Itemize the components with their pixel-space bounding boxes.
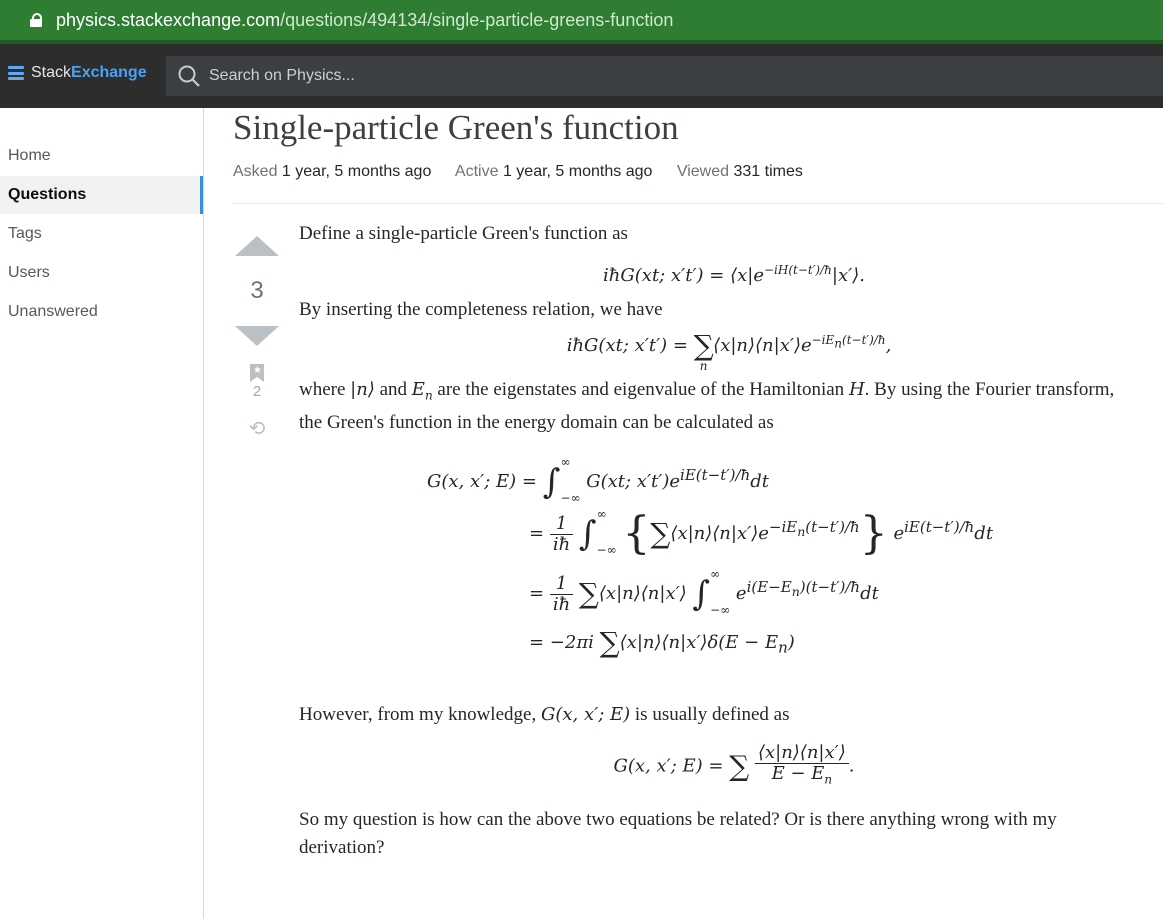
asked-value: 1 year, 5 months ago <box>281 163 432 180</box>
downvote-arrow-icon[interactable] <box>235 326 279 346</box>
stack-icon <box>8 66 24 80</box>
equation-2: iħG(xt; x′t′) = ∑n ⟨x|n⟩⟨n|x′⟩e−iEn(t−t′… <box>566 329 892 373</box>
header-divider <box>233 203 1163 204</box>
question-body: Define a single-particle Green's functio… <box>299 220 1129 862</box>
equation-3-line-3: = 1 iħ ∑⟨x|n⟩⟨n|x′⟩ ∫∞−∞ ei(E−En)(t−t′)/ħ… <box>529 567 879 617</box>
nav-questions[interactable]: Questions <box>0 176 203 214</box>
nav-home[interactable]: Home <box>0 137 203 175</box>
url-text[interactable]: physics.stackexchange.com/questions/4941… <box>56 10 673 31</box>
bookmark-count: 2 <box>252 383 262 400</box>
search-icon <box>178 65 200 87</box>
left-sidebar: Home Questions Tags Users Unanswered <box>0 108 204 919</box>
nav-unanswered-label: Unanswered <box>8 303 98 320</box>
nav-home-label: Home <box>8 147 51 164</box>
stackexchange-logo[interactable]: Stack Exchange <box>8 64 147 82</box>
nav-unanswered[interactable]: Unanswered <box>0 293 203 331</box>
paragraph-2: By inserting the completeness relation, … <box>299 299 663 320</box>
nav-users-label: Users <box>8 264 50 281</box>
viewed-label: Viewed <box>676 163 730 180</box>
viewed-value: 331 times <box>733 163 803 180</box>
active-label: Active <box>454 163 499 180</box>
asked-label: Asked <box>233 163 278 180</box>
active-value[interactable]: 1 year, 5 months ago <box>503 163 652 180</box>
site-header: Stack Exchange <box>0 44 1163 108</box>
paragraph-3: where |n⟩ and En are the eigenstates and… <box>299 378 1115 434</box>
bookmark-icon[interactable]: ★ <box>250 364 264 382</box>
nav-tags-label: Tags <box>8 225 42 242</box>
vote-count: 3 <box>250 277 264 304</box>
paragraph-1: Define a single-particle Green's functio… <box>299 223 628 244</box>
paragraph-3-text: are the eigenstates and eigenvalue of th… <box>437 378 845 400</box>
equation-3-line-2: = 1 iħ ∫∞−∞ {∑⟨x|n⟩⟨n|x′⟩e−iEn(t−t′)/ħ} e… <box>529 507 994 560</box>
nav-users[interactable]: Users <box>0 254 203 292</box>
paragraph-4-text: However, from my knowledge, <box>299 704 537 726</box>
upvote-arrow-icon[interactable] <box>235 236 279 256</box>
url-path: /questions/494134/single-particle-greens… <box>280 9 674 30</box>
paragraph-4: However, from my knowledge, G(x, x′; E) … <box>299 704 790 726</box>
equation-1: iħG(xt; x′t′) = ⟨x|e−iH(t−t′)/ħ|x′⟩. <box>603 263 865 286</box>
history-icon[interactable]: ⟲ <box>234 416 280 441</box>
question-title[interactable]: Single-particle Green's function <box>233 108 679 148</box>
equation-3-block: G(x, x′; E) = ∫∞−∞ G(xt; x′t′)eiE(t−t′)/… <box>299 451 1129 673</box>
lock-icon <box>30 13 42 27</box>
browser-url-bar[interactable]: physics.stackexchange.com/questions/4941… <box>0 0 1163 40</box>
equation-4: G(x, x′; E) = ∑ ⟨x|n⟩⟨n|x′⟩ E − En. <box>613 742 855 787</box>
search-box[interactable] <box>166 56 1163 96</box>
paragraph-5: So my question is how can the above two … <box>299 808 1057 858</box>
nav-tags[interactable]: Tags <box>0 215 203 253</box>
equation-3-line-4: = −2πi ∑⟨x|n⟩⟨n|x′⟩δ(E − En) <box>529 626 795 660</box>
vote-column: 3 ★ 2 ⟲ <box>234 236 280 441</box>
question-meta: Asked 1 year, 5 months ago Active 1 year… <box>233 163 823 181</box>
equation-3-line-1: G(x, x′; E) = ∫∞−∞ G(xt; x′t′)eiE(t−t′)/… <box>427 455 769 505</box>
logo-stack-text: Stack <box>31 64 72 81</box>
nav-questions-label: Questions <box>8 186 87 203</box>
logo-exchange-text: Exchange <box>71 64 147 81</box>
url-host: physics.stackexchange.com <box>56 9 281 30</box>
search-input[interactable] <box>207 66 811 86</box>
paragraph-4b-text: is usually defined as <box>634 704 790 726</box>
